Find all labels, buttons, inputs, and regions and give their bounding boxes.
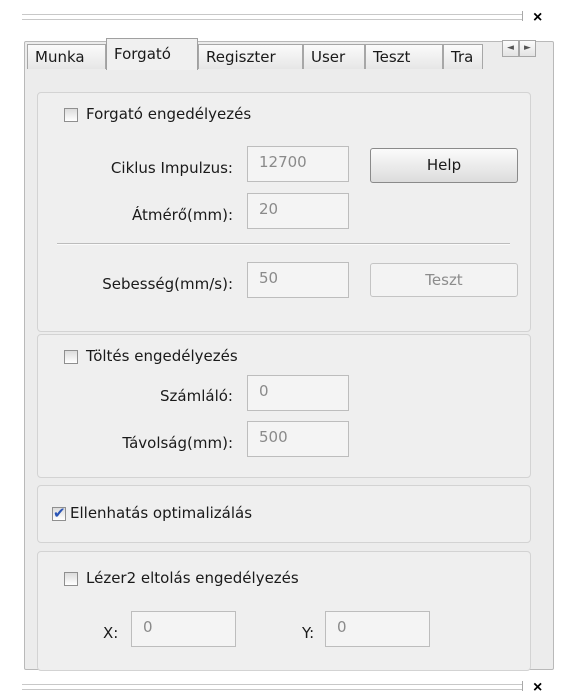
forgato-enable-label: Forgató engedélyezés (86, 105, 252, 123)
tab-tra[interactable]: Tra (443, 44, 483, 69)
ellenhatas-label: Ellenhatás optimalizálás (70, 504, 253, 522)
bottom-grip-end (522, 681, 523, 691)
tab-regiszter[interactable]: Regiszter (198, 44, 303, 69)
ellenhatas-checkbox[interactable]: ✔ (52, 504, 66, 522)
tab-scroll-right-icon[interactable]: ► (519, 40, 536, 57)
lezer2-enable-label: Lézer2 eltolás engedélyezés (86, 569, 299, 587)
szamlalo-input[interactable]: 0 (247, 375, 349, 411)
y-label: Y: (302, 624, 315, 642)
x-label: X: (103, 624, 119, 642)
check-mark-icon: ✔ (53, 504, 66, 522)
ciklus-impulzus-input[interactable]: 12700 (247, 146, 349, 182)
atmero-input[interactable]: 20 (247, 193, 349, 229)
tab-teszt[interactable]: Teszt (365, 44, 443, 69)
top-grip-end (522, 11, 523, 21)
teszt-button[interactable]: Teszt (370, 263, 518, 297)
tavolsag-input[interactable]: 500 (247, 421, 349, 457)
szamlalo-label: Számláló: (160, 387, 233, 405)
y-offset-input[interactable]: 0 (325, 611, 430, 647)
top-drag-grip[interactable] (22, 14, 522, 20)
x-offset-input[interactable]: 0 (131, 611, 236, 647)
bottom-drag-grip[interactable] (22, 684, 522, 690)
tab-scroll-left-icon[interactable]: ◄ (502, 40, 519, 57)
sebesseg-label: Sebesség(mm/s): (102, 275, 233, 293)
tavolsag-label: Távolság(mm): (122, 434, 233, 452)
forgato-enable-checkbox[interactable] (64, 108, 78, 122)
bottom-close-icon[interactable]: × (533, 680, 542, 696)
forgato-separator (57, 243, 510, 245)
tab-forgato[interactable]: Forgató (106, 38, 198, 70)
help-button[interactable]: Help (370, 148, 518, 183)
toltes-enable-checkbox[interactable] (64, 350, 78, 364)
sebesseg-input[interactable]: 50 (247, 262, 349, 298)
ciklus-impulzus-label: Ciklus Impulzus: (110, 159, 233, 177)
toltes-enable-label: Töltés engedélyezés (86, 347, 238, 365)
atmero-label: Átmérő(mm): (131, 206, 233, 224)
lezer2-enable-checkbox[interactable] (64, 572, 78, 586)
tab-user[interactable]: User (303, 44, 365, 69)
top-close-icon[interactable]: × (533, 10, 542, 26)
tab-munka[interactable]: Munka (27, 44, 106, 69)
